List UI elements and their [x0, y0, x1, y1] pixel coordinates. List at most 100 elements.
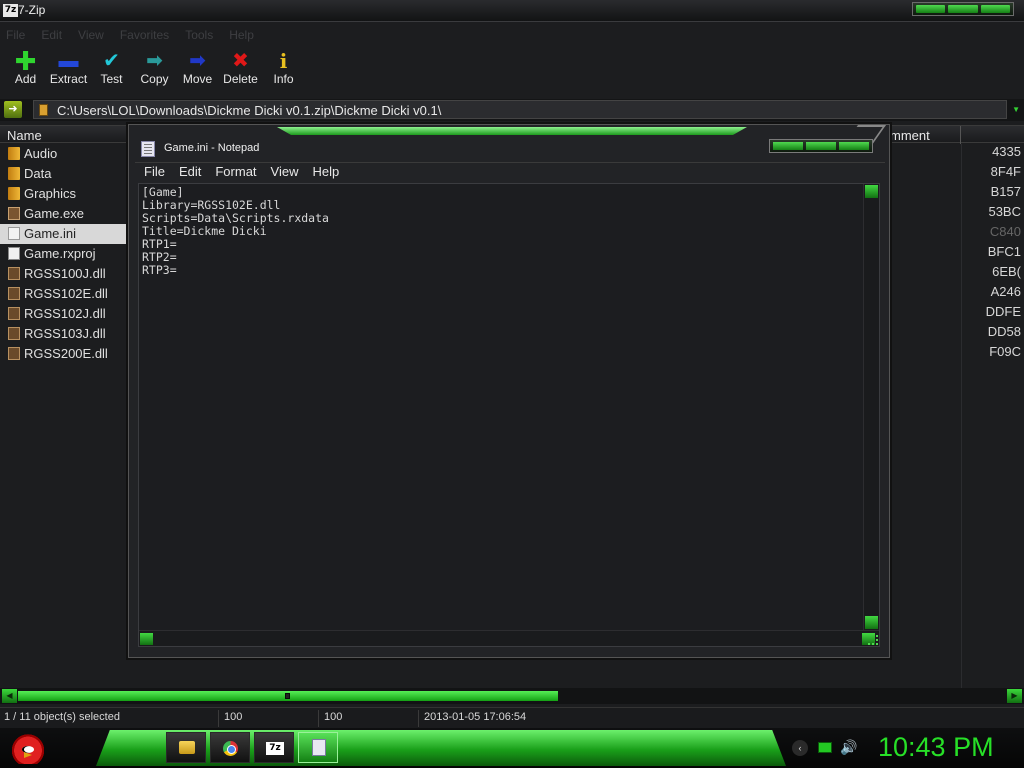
file-name: Game.ini	[24, 226, 77, 241]
add-button[interactable]: ✚ Add	[4, 46, 47, 96]
minimize-button[interactable]	[773, 142, 803, 150]
address-bar: ➜ C:\Users\LOL\Downloads\Dickme Dicki v0…	[0, 99, 1024, 121]
status-separator	[418, 710, 419, 727]
menu-favorites[interactable]: Favorites	[120, 26, 169, 44]
scroll-left-button[interactable]	[140, 633, 153, 645]
add-label: Add	[14, 72, 37, 86]
file-row[interactable]: RGSS102J.dll	[0, 304, 130, 324]
notepad-menu-file[interactable]: File	[144, 163, 165, 181]
status-size: 100	[224, 711, 243, 723]
minimize-button[interactable]	[916, 5, 946, 13]
exe-file-icon	[8, 207, 20, 220]
close-button[interactable]	[980, 5, 1010, 13]
tray-expand-icon[interactable]: ‹	[792, 740, 808, 756]
folder-icon	[8, 167, 20, 180]
address-field[interactable]: C:\Users\LOL\Downloads\Dickme Dicki v0.1…	[33, 100, 1007, 119]
crc-cell: 53BC	[988, 204, 1021, 219]
window-accent	[277, 127, 747, 135]
test-label: Test	[100, 72, 123, 86]
file-name: Data	[24, 166, 52, 181]
delete-icon: ✖	[232, 50, 249, 72]
crc-cell: 8F4F	[990, 164, 1021, 179]
7zip-app-icon: 7z	[3, 4, 18, 17]
dll-file-icon	[8, 347, 20, 360]
notepad-menu-edit[interactable]: Edit	[179, 163, 201, 181]
delete-button[interactable]: ✖ Delete	[219, 46, 262, 96]
resize-grip-icon[interactable]	[868, 635, 878, 645]
scroll-up-button[interactable]	[865, 185, 878, 198]
menu-bar: File Edit View Favorites Tools Help	[0, 26, 1024, 44]
menu-edit[interactable]: Edit	[41, 26, 62, 44]
clock[interactable]: 10:43 PM	[878, 732, 994, 763]
file-row[interactable]: Game.rxproj	[0, 244, 130, 264]
notepad-title-bar[interactable]: Game.ini - Notepad	[129, 137, 889, 161]
up-folder-button[interactable]: ➜	[4, 101, 22, 118]
maximize-button[interactable]	[806, 142, 836, 150]
test-button[interactable]: ✔ Test	[90, 46, 133, 96]
status-packed: 100	[324, 711, 343, 723]
close-button[interactable]	[839, 142, 869, 150]
angry-bird-start-icon	[12, 734, 44, 764]
taskbar-notepad-button[interactable]	[298, 732, 338, 763]
column-name[interactable]: Name	[7, 128, 42, 143]
taskbar-chrome-button[interactable]	[210, 732, 250, 763]
file-row-selected[interactable]: Game.ini	[0, 224, 130, 244]
menu-view[interactable]: View	[78, 26, 104, 44]
notepad-horizontal-scrollbar[interactable]	[139, 630, 879, 646]
menu-tools[interactable]: Tools	[185, 26, 213, 44]
ini-file-icon	[8, 227, 20, 240]
status-separator	[218, 710, 219, 727]
notepad-menu-view[interactable]: View	[271, 163, 299, 181]
notepad-menu-help[interactable]: Help	[312, 163, 339, 181]
file-row[interactable]: RGSS103J.dll	[0, 324, 130, 344]
notepad-vertical-scrollbar[interactable]	[863, 184, 879, 630]
scroll-left-button[interactable]: ◀	[2, 689, 17, 703]
file-name: RGSS102E.dll	[24, 286, 108, 301]
notepad-text-area[interactable]: [Game] Library=RGSS102E.dll Scripts=Data…	[138, 183, 880, 647]
move-button[interactable]: ➡ Move	[176, 46, 219, 96]
menu-file[interactable]: File	[6, 26, 25, 44]
file-row[interactable]: Game.exe	[0, 204, 130, 224]
menu-help[interactable]: Help	[229, 26, 254, 44]
dll-file-icon	[8, 267, 20, 280]
file-row[interactable]: Data	[0, 164, 130, 184]
file-name: RGSS200E.dll	[24, 346, 108, 361]
file-row[interactable]: RGSS102E.dll	[0, 284, 130, 304]
copy-label: Copy	[140, 72, 169, 86]
copy-button[interactable]: ➡ Copy	[133, 46, 176, 96]
scroll-right-button[interactable]: ▶	[1007, 689, 1022, 703]
file-name: Game.rxproj	[24, 246, 96, 261]
file-name: Game.exe	[24, 206, 84, 221]
extract-label: Extract	[49, 72, 88, 86]
notepad-window-controls	[769, 139, 873, 153]
file-row[interactable]: Graphics	[0, 184, 130, 204]
column-comment[interactable]: mment	[890, 128, 930, 143]
scroll-down-button[interactable]	[865, 616, 878, 629]
extract-button[interactable]: ▬ Extract	[47, 46, 90, 96]
delete-label: Delete	[223, 72, 258, 86]
file-row[interactable]: RGSS200E.dll	[0, 344, 130, 364]
notepad-content: [Game] Library=RGSS102E.dll Scripts=Data…	[142, 185, 329, 277]
taskbar: 7z ‹ 🔊 10:43 PM	[0, 728, 1024, 768]
7zip-icon: 7z	[266, 742, 284, 755]
taskbar-7zip-button[interactable]: 7z	[254, 732, 294, 763]
volume-icon[interactable]: 🔊	[840, 739, 857, 756]
file-row[interactable]: Audio	[0, 144, 130, 164]
chrome-icon	[223, 741, 238, 756]
crc-cell: DD58	[987, 324, 1021, 339]
notepad-menu-format[interactable]: Format	[215, 163, 256, 181]
file-row[interactable]: RGSS100J.dll	[0, 264, 130, 284]
column-separator[interactable]	[960, 126, 961, 144]
taskbar-explorer-button[interactable]	[166, 732, 206, 763]
crc-cell: B157	[990, 184, 1021, 199]
file-name: RGSS100J.dll	[24, 266, 106, 281]
file-name: RGSS102J.dll	[24, 306, 106, 321]
info-icon: i	[279, 49, 288, 73]
network-icon[interactable]	[818, 742, 832, 753]
address-dropdown-icon[interactable]: ▼	[1012, 105, 1020, 114]
info-button[interactable]: i Info	[262, 46, 305, 96]
maximize-button[interactable]	[948, 5, 978, 13]
start-button[interactable]	[8, 728, 48, 768]
horizontal-scrollbar[interactable]: ◀ ▶	[0, 688, 1024, 704]
add-icon: ✚	[14, 46, 37, 76]
